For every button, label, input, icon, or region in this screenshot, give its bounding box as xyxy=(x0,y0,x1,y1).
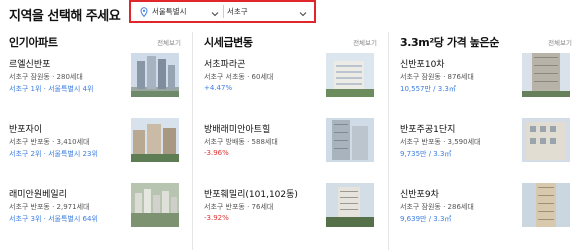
price-change-section: 시세급변동 전체보기 서초파라곤 서초구 서초동 · 60세대 +4.47% 방… xyxy=(195,30,385,250)
apartment-thumbnail xyxy=(131,53,179,97)
apartment-name: 신반포10차 xyxy=(400,60,445,70)
apartment-name: 신반포9차 xyxy=(400,190,439,200)
chevron-down-icon xyxy=(299,8,307,17)
apartment-meta: 서초구 반포동 · 3,590세대 xyxy=(400,138,481,146)
price-change: +4.47% xyxy=(204,84,233,92)
region-selector: 서울특별시 서초구 xyxy=(129,0,316,23)
apartment-meta: 서초구 방배동 · 588세대 xyxy=(204,138,278,146)
apartment-name: 방배래미안아트힐 xyxy=(204,125,271,135)
apartment-meta: 서초구 서초동 · 60세대 xyxy=(204,73,274,81)
popular-apartments-section: 인기아파트 전체보기 르엘신반포 서초구 잠원동 · 280세대 서초구 1위 … xyxy=(0,30,189,250)
apartment-meta: 서초구 잠원동 · 286세대 xyxy=(400,203,474,211)
list-item[interactable]: 반포주공1단지 서초구 반포동 · 3,590세대 9,735만 / 3.3㎡ xyxy=(391,118,580,182)
page-title: 지역을 선택해 주세요 xyxy=(9,9,121,24)
apartment-meta: 서초구 잠원동 · 876세대 xyxy=(400,73,474,81)
apartment-thumbnail xyxy=(522,53,570,97)
apartment-meta: 서초구 반포동 · 76세대 xyxy=(204,203,274,211)
column-divider xyxy=(192,32,193,250)
selector-divider xyxy=(223,5,224,18)
list-item[interactable]: 신반포10차 서초구 잠원동 · 876세대 10,557만 / 3.3㎡ xyxy=(391,53,580,117)
list-item[interactable]: 래미안원베일리 서초구 반포동 · 2,971세대 서초구 3위 · 서울특별시… xyxy=(0,183,189,247)
column-divider xyxy=(388,32,389,250)
apartment-rank: 서초구 2위 · 서울특별시 23위 xyxy=(9,150,98,158)
price-per-area: 10,557만 / 3.3㎡ xyxy=(400,85,456,93)
list-item[interactable]: 르엘신반포 서초구 잠원동 · 280세대 서초구 1위 · 서울특별시 4위 xyxy=(0,53,189,117)
apartment-name: 반포주공1단지 xyxy=(400,125,456,135)
price-change: -3.92% xyxy=(204,214,229,222)
district-select[interactable]: 서초구 xyxy=(227,4,309,20)
price-per-area: 9,735만 / 3.3㎡ xyxy=(400,150,452,158)
list-item[interactable]: 반포훼밀리(101,102동) 서초구 반포동 · 76세대 -3.92% xyxy=(195,183,385,247)
list-item[interactable]: 서초파라곤 서초구 서초동 · 60세대 +4.47% xyxy=(195,53,385,117)
header: 지역을 선택해 주세요 서울특별시 서초구 xyxy=(0,0,580,26)
section-title: 인기아파트 xyxy=(9,36,58,49)
location-pin-icon xyxy=(139,7,149,18)
apartment-thumbnail xyxy=(326,118,374,162)
apartment-name: 래미안원베일리 xyxy=(9,190,67,200)
apartment-rank: 서초구 3위 · 서울특별시 64위 xyxy=(9,215,98,223)
apartment-rank: 서초구 1위 · 서울특별시 4위 xyxy=(9,85,94,93)
apartment-name: 반포자이 xyxy=(9,125,43,135)
section-title: 3.3m²당 가격 높은순 xyxy=(400,36,499,49)
apartment-thumbnail xyxy=(131,183,179,227)
view-all-link[interactable]: 전체보기 xyxy=(353,37,377,47)
view-all-link[interactable]: 전체보기 xyxy=(548,37,572,47)
apartment-thumbnail xyxy=(522,118,570,162)
apartment-thumbnail xyxy=(131,118,179,162)
apartment-meta: 서초구 반포동 · 2,971세대 xyxy=(9,203,90,211)
list-item[interactable]: 신반포9차 서초구 잠원동 · 286세대 9,639만 / 3.3㎡ xyxy=(391,183,580,247)
list-item[interactable]: 방배래미안아트힐 서초구 방배동 · 588세대 -3.96% xyxy=(195,118,385,182)
price-per-area-section: 3.3m²당 가격 높은순 전체보기 신반포10차 서초구 잠원동 · 876세… xyxy=(391,30,580,250)
price-change: -3.96% xyxy=(204,149,229,157)
apartment-name: 서초파라곤 xyxy=(204,60,246,70)
city-select[interactable]: 서울특별시 xyxy=(139,4,221,20)
apartment-thumbnail xyxy=(326,53,374,97)
apartment-meta: 서초구 반포동 · 3,410세대 xyxy=(9,138,90,146)
list-item[interactable]: 반포자이 서초구 반포동 · 3,410세대 서초구 2위 · 서울특별시 23… xyxy=(0,118,189,182)
price-per-area: 9,639만 / 3.3㎡ xyxy=(400,215,452,223)
chevron-down-icon xyxy=(211,8,219,17)
view-all-link[interactable]: 전체보기 xyxy=(157,37,181,47)
section-title: 시세급변동 xyxy=(204,36,253,49)
apartment-name: 르엘신반포 xyxy=(9,60,51,70)
apartment-thumbnail xyxy=(326,183,374,227)
apartment-name: 반포훼밀리(101,102동) xyxy=(204,190,298,200)
apartment-thumbnail xyxy=(522,183,570,227)
apartment-meta: 서초구 잠원동 · 280세대 xyxy=(9,73,83,81)
city-select-label: 서울특별시 xyxy=(152,7,187,16)
district-select-label: 서초구 xyxy=(227,7,248,16)
